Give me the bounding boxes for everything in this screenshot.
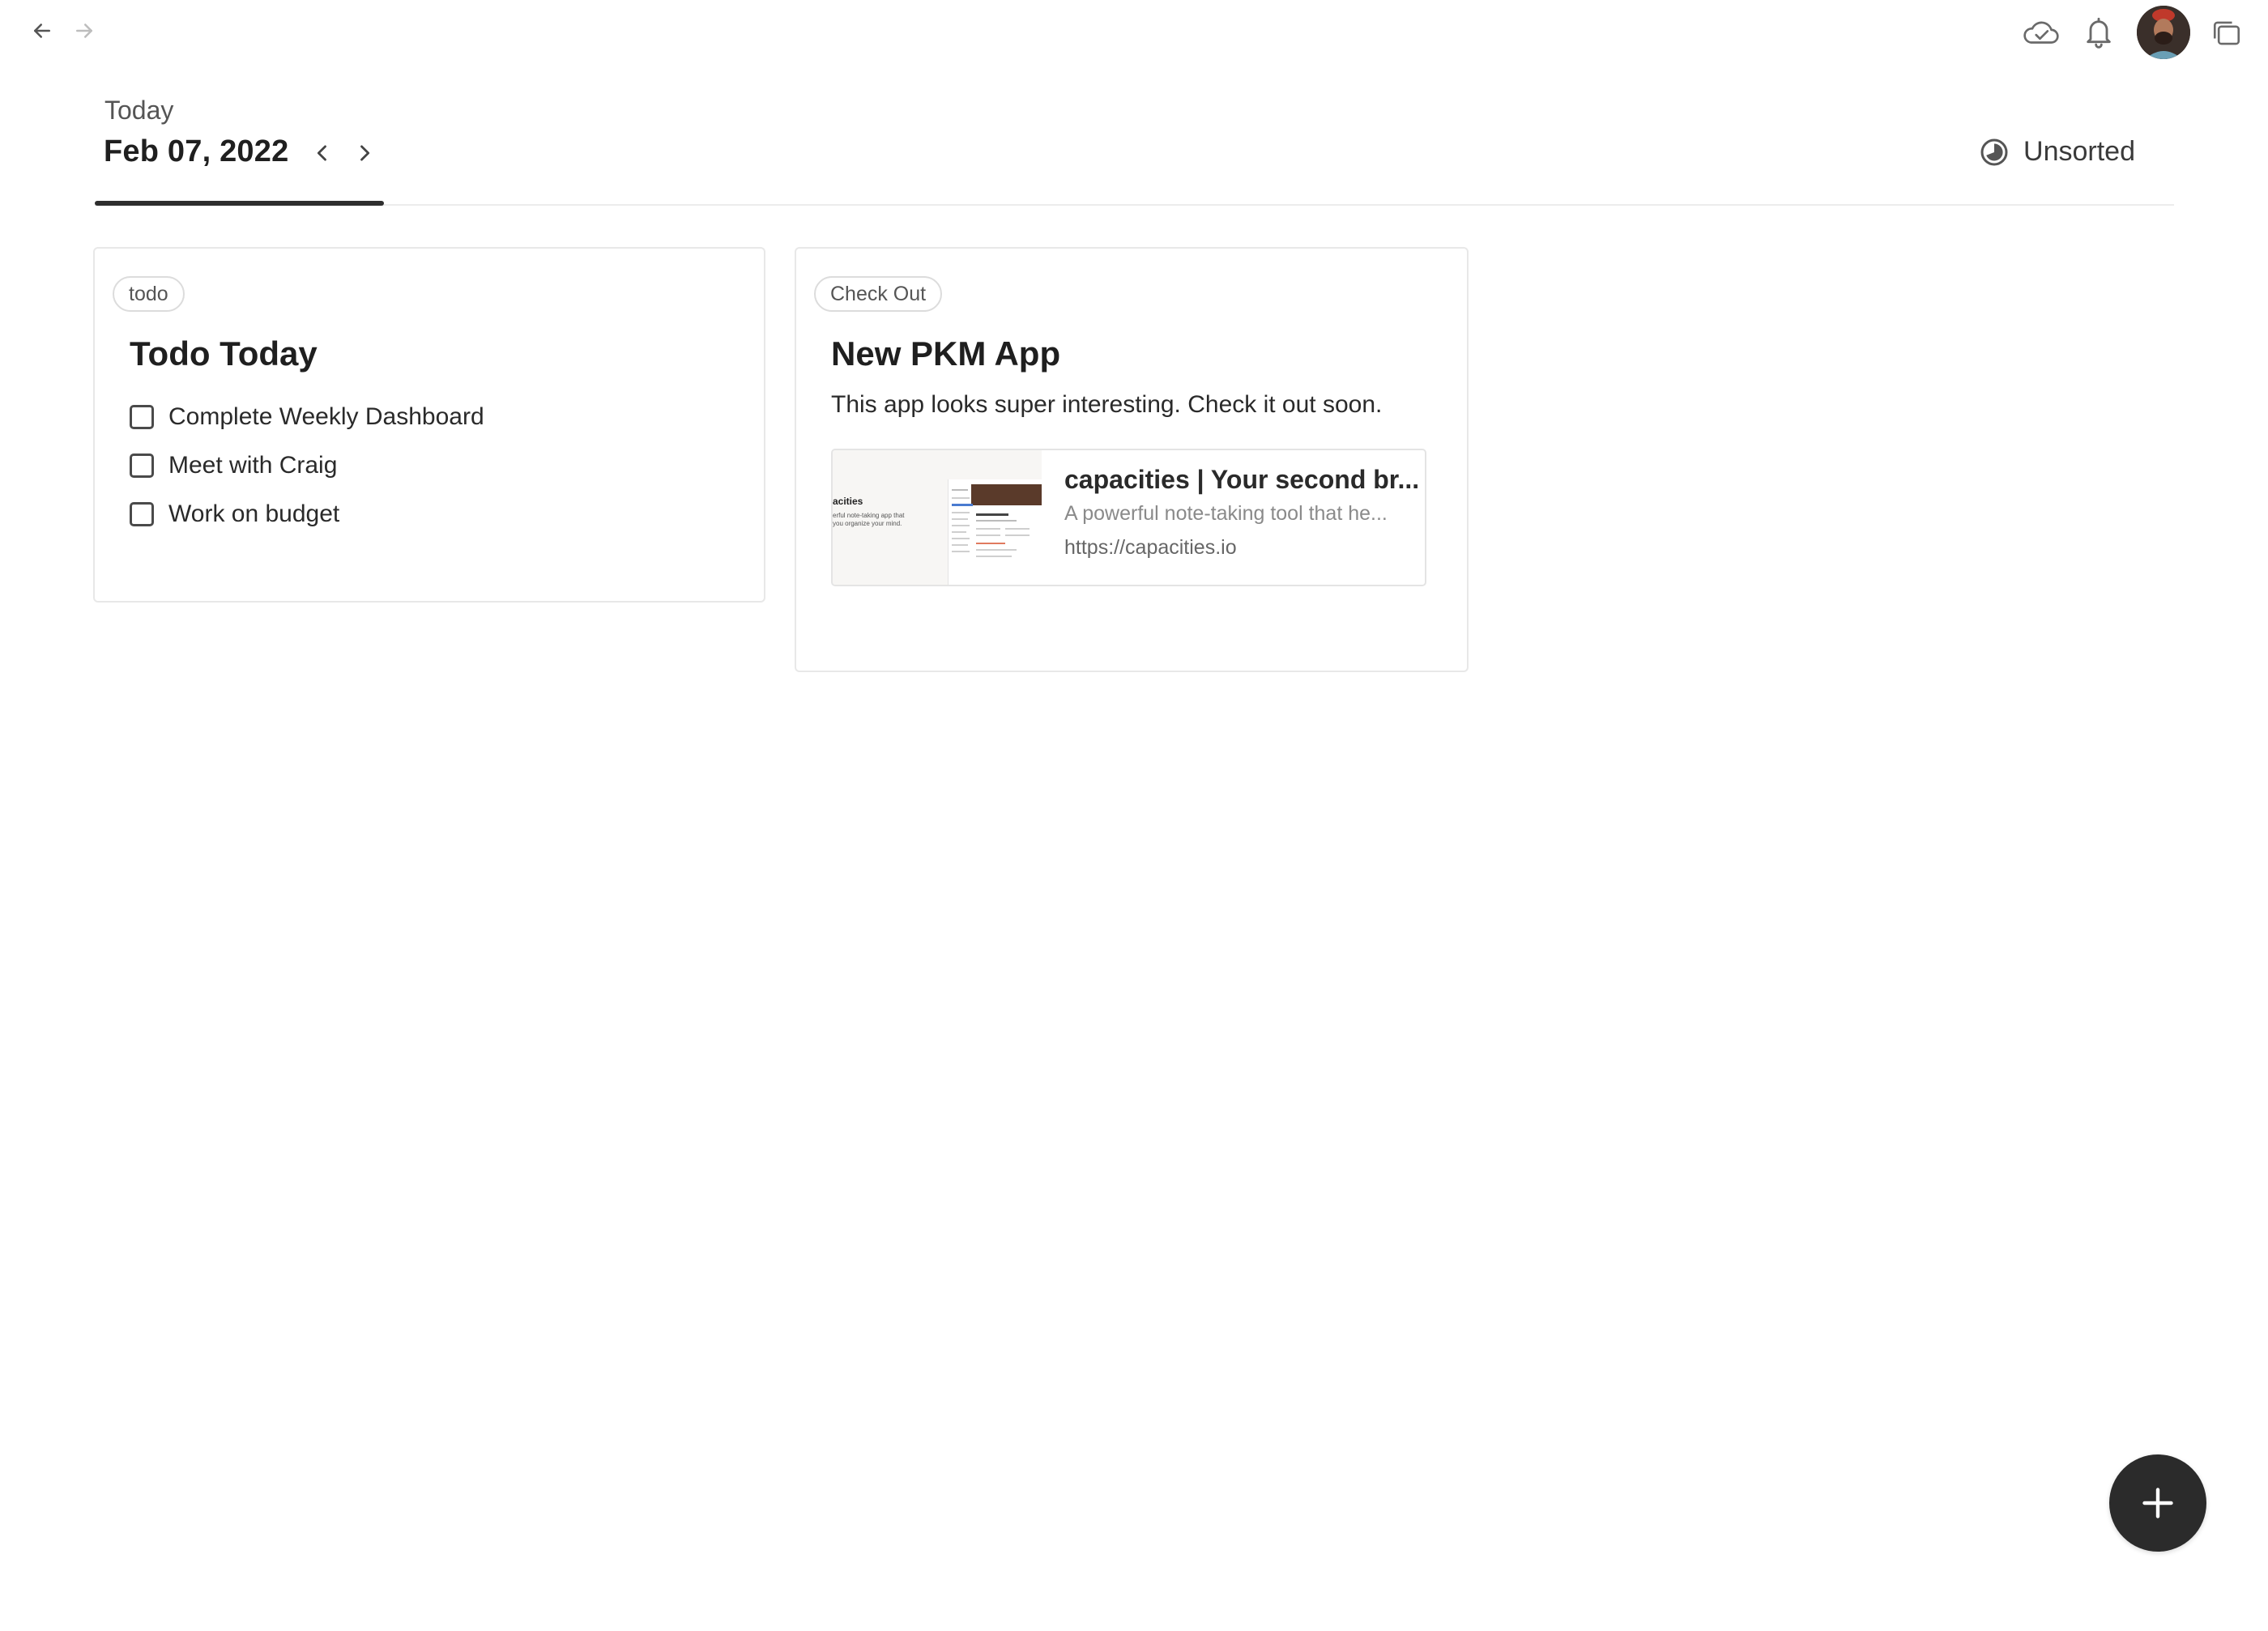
todo-card[interactable]: todo Todo Today Complete Weekly Dashboar… [93, 247, 765, 603]
arrow-left-icon [34, 23, 50, 38]
note-card[interactable]: Check Out New PKM App This app looks sup… [795, 247, 1469, 672]
active-tab-indicator [95, 201, 384, 206]
link-thumbnail: acities erful note-taking app that you o… [833, 450, 1042, 585]
todo-text[interactable]: Meet with Craig [168, 452, 337, 479]
chevron-right-icon [360, 145, 370, 161]
windows-icon [2213, 21, 2240, 45]
link-url: https://capacities.io [1064, 536, 1237, 559]
link-title: capacities | Your second br... [1064, 465, 1420, 494]
sort-label: Unsorted [2023, 136, 2135, 167]
thumb-screenshot [948, 479, 1042, 585]
header-divider [95, 204, 2174, 206]
arrow-right-icon [76, 23, 92, 38]
todo-item: Meet with Craig [130, 441, 484, 490]
forward-button[interactable] [66, 13, 102, 49]
thumb-heading: acities [833, 496, 863, 507]
thumb-text: erful note-taking app that [833, 512, 905, 519]
bell-icon [2087, 17, 2111, 49]
notifications-button[interactable] [2078, 11, 2119, 53]
avatar[interactable] [2137, 6, 2190, 59]
todo-item: Work on budget [130, 490, 484, 539]
card-title: Todo Today [130, 334, 318, 373]
sync-button[interactable] [2017, 13, 2066, 52]
avatar-icon [2137, 6, 2190, 59]
date-label[interactable]: Feb 07, 2022 [104, 134, 288, 169]
tag-chip[interactable]: todo [113, 276, 185, 312]
cloud-check-icon [2023, 21, 2059, 44]
sort-button[interactable]: Unsorted [1980, 136, 2135, 168]
back-button[interactable] [24, 13, 60, 49]
pie-icon [1980, 138, 2008, 165]
todo-checkbox[interactable] [130, 405, 154, 429]
add-button[interactable] [2109, 1454, 2206, 1552]
today-label: Today [104, 96, 174, 125]
thumb-text: you organize your mind. [833, 520, 902, 527]
next-day-button[interactable] [347, 135, 382, 171]
chevron-left-icon [317, 145, 326, 161]
todo-checkbox[interactable] [130, 454, 154, 478]
todo-text[interactable]: Complete Weekly Dashboard [168, 403, 484, 431]
link-description: A powerful note-taking tool that he... [1064, 502, 1388, 525]
todo-checkbox[interactable] [130, 502, 154, 526]
card-title: New PKM App [831, 334, 1061, 373]
card-body-text[interactable]: This app looks super interesting. Check … [831, 391, 1382, 419]
windows-button[interactable] [2206, 15, 2247, 52]
todo-text[interactable]: Work on budget [168, 500, 339, 528]
plus-icon [2142, 1488, 2173, 1518]
tag-chip[interactable]: Check Out [814, 276, 943, 312]
todo-list: Complete Weekly Dashboard Meet with Crai… [130, 393, 484, 539]
todo-item: Complete Weekly Dashboard [130, 393, 484, 441]
previous-day-button[interactable] [305, 135, 340, 171]
link-preview[interactable]: acities erful note-taking app that you o… [831, 449, 1426, 586]
